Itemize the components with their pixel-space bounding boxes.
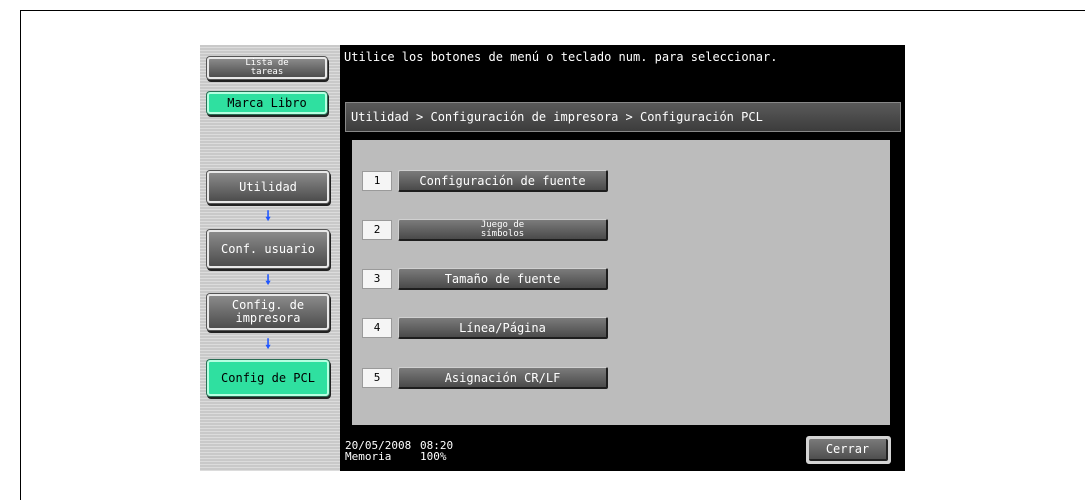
font-config-label: Configuración de fuente xyxy=(419,173,586,188)
instruction-message: Utilice los botones de menú o teclado nu… xyxy=(344,50,778,64)
breadcrumb: Utilidad > Configuración de impresora > … xyxy=(345,102,901,132)
lines-per-page-button[interactable]: Línea/Página xyxy=(398,317,608,339)
close-button-face: Cerrar xyxy=(809,439,888,461)
font-size-label: Tamaño de fuente xyxy=(444,271,561,286)
bookmark-label: Marca Libro xyxy=(227,95,307,110)
cr-lf-mapping-button[interactable]: Asignación CR/LF xyxy=(398,367,608,389)
down-arrow-icon: 🠗 xyxy=(265,337,271,352)
memory-label: Memoria xyxy=(345,450,392,463)
nav-config-pcl-button[interactable]: Config de PCL xyxy=(207,360,329,396)
task-list-label: Lista de tareas xyxy=(245,57,289,77)
down-arrow-icon: 🠗 xyxy=(265,273,271,288)
menu-number-4: 4 xyxy=(362,318,392,338)
symbol-set-label: Juego de símbolos xyxy=(480,219,525,239)
nav-utilidad-button[interactable]: Utilidad xyxy=(207,171,329,203)
nav-config-impresora-label: Config. de impresora xyxy=(231,298,305,325)
cr-lf-mapping-label: Asignación CR/LF xyxy=(444,370,561,385)
menu-number-1: 1 xyxy=(362,171,392,191)
down-arrow-icon: 🠗 xyxy=(265,209,271,224)
menu-number-2: 2 xyxy=(362,220,392,240)
task-list-button[interactable]: Lista de tareas xyxy=(207,57,327,79)
nav-conf-usuario-label: Conf. usuario xyxy=(221,241,315,256)
font-config-button[interactable]: Configuración de fuente xyxy=(398,170,608,192)
nav-utilidad-label: Utilidad xyxy=(239,179,297,194)
bookmark-button[interactable]: Marca Libro xyxy=(207,92,327,114)
lines-per-page-label: Línea/Página xyxy=(459,320,546,335)
close-label: Cerrar xyxy=(825,442,870,456)
nav-config-impresora-button[interactable]: Config. de impresora xyxy=(207,294,329,330)
close-button[interactable]: Cerrar xyxy=(806,436,891,464)
nav-conf-usuario-button[interactable]: Conf. usuario xyxy=(207,230,329,268)
nav-config-pcl-label: Config de PCL xyxy=(221,370,315,385)
memory-value: 100% xyxy=(420,450,447,463)
breadcrumb-text: Utilidad > Configuración de impresora > … xyxy=(351,110,763,124)
menu-number-3: 3 xyxy=(362,269,392,289)
font-size-button[interactable]: Tamaño de fuente xyxy=(398,268,608,290)
menu-number-5: 5 xyxy=(362,368,392,388)
status-info: 20/05/2008 08:20 Memoria 100% xyxy=(345,440,453,462)
symbol-set-button[interactable]: Juego de símbolos xyxy=(398,219,608,241)
